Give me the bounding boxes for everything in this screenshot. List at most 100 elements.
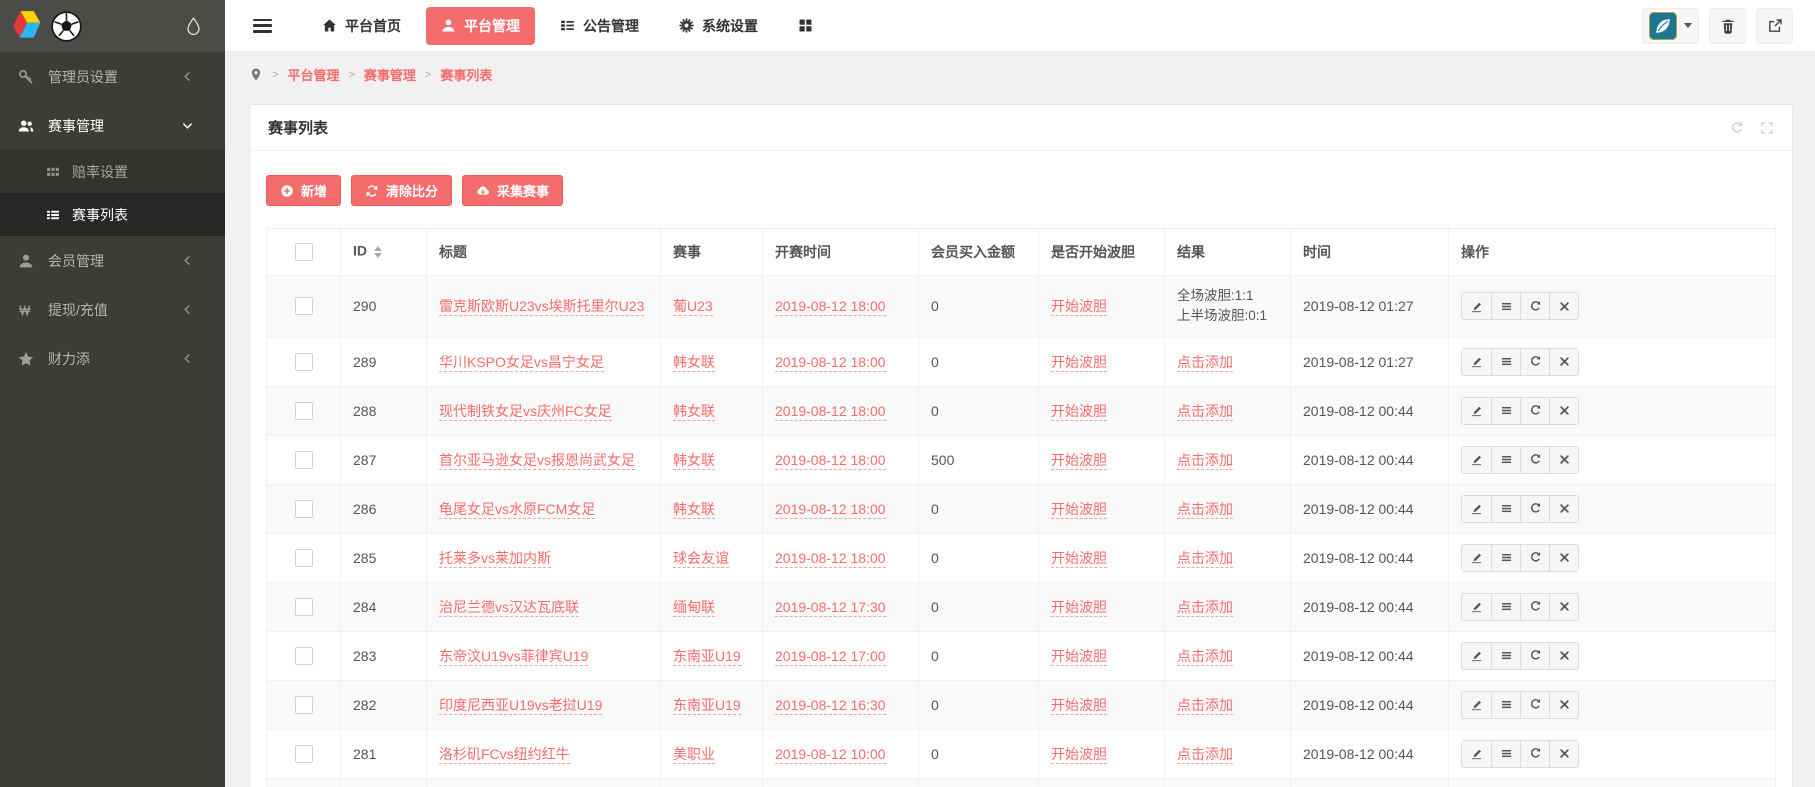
row-checkbox[interactable] bbox=[295, 353, 313, 371]
league-link[interactable]: 韩女联 bbox=[673, 501, 715, 519]
delete-row-button[interactable] bbox=[1549, 447, 1578, 473]
start-time-link[interactable]: 2019-08-12 18:00 bbox=[775, 354, 886, 372]
detail-row-button[interactable] bbox=[1491, 447, 1520, 473]
edit-row-button[interactable] bbox=[1462, 643, 1491, 669]
row-checkbox[interactable] bbox=[295, 647, 313, 665]
sidebar-item-event-manage[interactable]: 赛事管理 bbox=[0, 101, 225, 150]
detail-row-button[interactable] bbox=[1491, 545, 1520, 571]
sort-icon[interactable] bbox=[374, 242, 382, 262]
add-result-link[interactable]: 点击添加 bbox=[1177, 452, 1233, 470]
edit-row-button[interactable] bbox=[1462, 293, 1491, 319]
detail-row-button[interactable] bbox=[1491, 349, 1520, 375]
start-time-link[interactable]: 2019-08-12 10:00 bbox=[775, 746, 886, 764]
league-link[interactable]: 韩女联 bbox=[673, 403, 715, 421]
refresh-row-button[interactable] bbox=[1520, 643, 1549, 669]
edit-row-button[interactable] bbox=[1462, 545, 1491, 571]
refresh-row-button[interactable] bbox=[1520, 741, 1549, 767]
hamburger-menu-icon[interactable] bbox=[253, 19, 272, 33]
start-bodan-link[interactable]: 开始波胆 bbox=[1051, 697, 1107, 715]
delete-row-button[interactable] bbox=[1549, 496, 1578, 522]
league-link[interactable]: 韩女联 bbox=[673, 452, 715, 470]
refresh-row-button[interactable] bbox=[1520, 349, 1549, 375]
start-bodan-link[interactable]: 开始波胆 bbox=[1051, 746, 1107, 764]
refresh-row-button[interactable] bbox=[1520, 398, 1549, 424]
edit-row-button[interactable] bbox=[1462, 692, 1491, 718]
start-time-link[interactable]: 2019-08-12 16:30 bbox=[775, 697, 886, 715]
start-time-link[interactable]: 2019-08-12 18:00 bbox=[775, 403, 886, 421]
row-checkbox[interactable] bbox=[295, 549, 313, 567]
add-result-link[interactable]: 点击添加 bbox=[1177, 403, 1233, 421]
league-link[interactable]: 东南亚U19 bbox=[673, 648, 741, 666]
edit-row-button[interactable] bbox=[1462, 447, 1491, 473]
nav-platform-manage[interactable]: 平台管理 bbox=[426, 7, 535, 45]
delete-row-button[interactable] bbox=[1549, 741, 1578, 767]
add-result-link[interactable]: 点击添加 bbox=[1177, 697, 1233, 715]
start-time-link[interactable]: 2019-08-12 17:30 bbox=[775, 599, 886, 617]
match-title-link[interactable]: 雷克斯欧斯U23vs埃斯托里尔U23 bbox=[439, 298, 644, 316]
edit-row-button[interactable] bbox=[1462, 496, 1491, 522]
match-title-link[interactable]: 华川KSPO女足vs昌宁女足 bbox=[439, 354, 604, 372]
clear-score-button[interactable]: 清除比分 bbox=[351, 175, 452, 206]
match-title-link[interactable]: 洛杉矶FCvs纽约红牛 bbox=[439, 746, 570, 764]
detail-row-button[interactable] bbox=[1491, 293, 1520, 319]
league-link[interactable]: 球会友谊 bbox=[673, 550, 729, 568]
match-title-link[interactable]: 现代制铁女足vs庆州FC女足 bbox=[439, 403, 612, 421]
refresh-row-button[interactable] bbox=[1520, 594, 1549, 620]
panel-refresh-icon[interactable] bbox=[1730, 121, 1744, 135]
row-checkbox[interactable] bbox=[295, 500, 313, 518]
delete-row-button[interactable] bbox=[1549, 643, 1578, 669]
league-link[interactable]: 韩女联 bbox=[673, 354, 715, 372]
match-title-link[interactable]: 印度尼西亚U19vs老挝U19 bbox=[439, 697, 602, 715]
match-title-link[interactable]: 托莱多vs莱加内斯 bbox=[439, 550, 551, 568]
start-bodan-link[interactable]: 开始波胆 bbox=[1051, 452, 1107, 470]
topbar-trash-button[interactable] bbox=[1709, 8, 1746, 44]
select-all-checkbox[interactable] bbox=[295, 243, 313, 261]
add-result-link[interactable]: 点击添加 bbox=[1177, 501, 1233, 519]
add-result-link[interactable]: 点击添加 bbox=[1177, 550, 1233, 568]
edit-row-button[interactable] bbox=[1462, 741, 1491, 767]
sidebar-item-admin-settings[interactable]: 管理员设置 bbox=[0, 52, 225, 101]
detail-row-button[interactable] bbox=[1491, 398, 1520, 424]
nav-apps-grid[interactable] bbox=[783, 9, 828, 42]
refresh-row-button[interactable] bbox=[1520, 447, 1549, 473]
start-bodan-link[interactable]: 开始波胆 bbox=[1051, 550, 1107, 568]
match-title-link[interactable]: 治尼兰德vs汉达瓦底联 bbox=[439, 599, 579, 617]
detail-row-button[interactable] bbox=[1491, 692, 1520, 718]
league-link[interactable]: 缅甸联 bbox=[673, 599, 715, 617]
row-checkbox[interactable] bbox=[295, 451, 313, 469]
delete-row-button[interactable] bbox=[1549, 293, 1578, 319]
sidebar-item-withdraw-recharge[interactable]: 提现/充值 bbox=[0, 285, 225, 334]
start-time-link[interactable]: 2019-08-12 18:00 bbox=[775, 452, 886, 470]
match-title-link[interactable]: 龟尾女足vs水原FCM女足 bbox=[439, 501, 595, 519]
detail-row-button[interactable] bbox=[1491, 594, 1520, 620]
edit-row-button[interactable] bbox=[1462, 594, 1491, 620]
start-time-link[interactable]: 2019-08-12 17:00 bbox=[775, 648, 886, 666]
delete-row-button[interactable] bbox=[1549, 349, 1578, 375]
add-result-link[interactable]: 点击添加 bbox=[1177, 354, 1233, 372]
start-bodan-link[interactable]: 开始波胆 bbox=[1051, 648, 1107, 666]
row-checkbox[interactable] bbox=[295, 745, 313, 763]
start-bodan-link[interactable]: 开始波胆 bbox=[1051, 501, 1107, 519]
start-bodan-link[interactable]: 开始波胆 bbox=[1051, 403, 1107, 421]
detail-row-button[interactable] bbox=[1491, 741, 1520, 767]
sidebar-item-member-manage[interactable]: 会员管理 bbox=[0, 236, 225, 285]
nav-system-settings[interactable]: 系统设置 bbox=[664, 7, 773, 45]
start-time-link[interactable]: 2019-08-12 18:00 bbox=[775, 501, 886, 519]
refresh-row-button[interactable] bbox=[1520, 692, 1549, 718]
league-link[interactable]: 东南亚U19 bbox=[673, 697, 741, 715]
delete-row-button[interactable] bbox=[1549, 545, 1578, 571]
start-bodan-link[interactable]: 开始波胆 bbox=[1051, 599, 1107, 617]
league-link[interactable]: 葡U23 bbox=[673, 298, 713, 316]
match-title-link[interactable]: 东帝汶U19vs菲律宾U19 bbox=[439, 648, 588, 666]
edit-row-button[interactable] bbox=[1462, 349, 1491, 375]
add-button[interactable]: 新增 bbox=[266, 175, 341, 206]
start-bodan-link[interactable]: 开始波胆 bbox=[1051, 298, 1107, 316]
row-checkbox[interactable] bbox=[295, 297, 313, 315]
delete-row-button[interactable] bbox=[1549, 398, 1578, 424]
breadcrumb-link[interactable]: 赛事列表 bbox=[440, 65, 492, 84]
breadcrumb-link[interactable]: 赛事管理 bbox=[364, 65, 416, 84]
sidebar-item-cailitian[interactable]: 财力添 bbox=[0, 334, 225, 383]
panel-expand-icon[interactable] bbox=[1760, 121, 1774, 135]
nav-platform-home[interactable]: 平台首页 bbox=[307, 7, 416, 45]
league-link[interactable]: 美职业 bbox=[673, 746, 715, 764]
